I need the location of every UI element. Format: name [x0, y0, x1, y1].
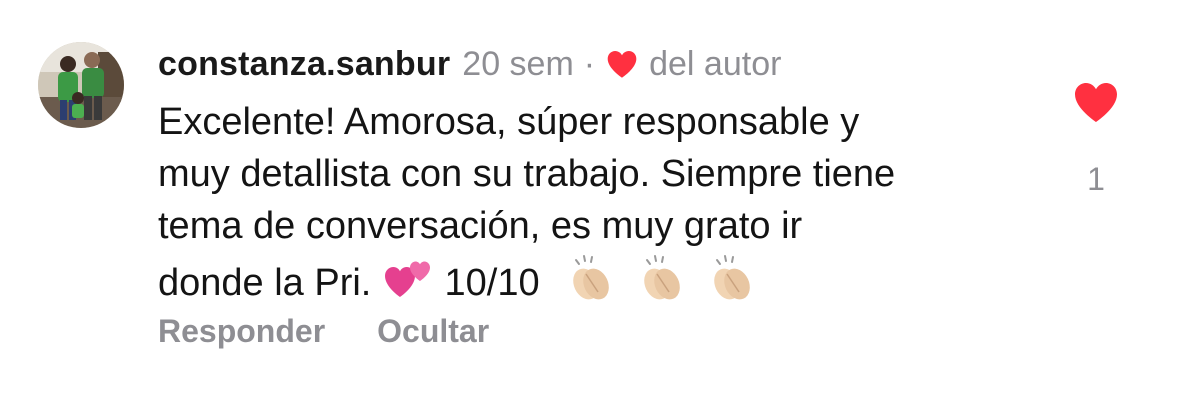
like-column: 1 [1060, 80, 1132, 198]
like-count[interactable]: 1 [1060, 161, 1132, 198]
clapping-hands-icon [705, 252, 757, 318]
comment-line-last: donde la Pri. 10/10 [158, 252, 1038, 304]
author-like-label: del autor [649, 44, 782, 83]
comment-actions: Responder Ocultar [158, 313, 541, 350]
comment-line: muy detallista con su trabajo. Siempre t… [158, 153, 896, 195]
comment-line: tema de conversación, es muy grato ir [158, 205, 803, 247]
like-heart-icon[interactable] [1060, 80, 1132, 129]
reply-button[interactable]: Responder [158, 313, 325, 350]
username[interactable]: constanza.sanbur [158, 45, 450, 84]
two-hearts-icon [382, 255, 434, 315]
comment-line-prefix: donde la Pri. [158, 262, 372, 305]
comment-line: Excelente! Amorosa, súper responsable y [158, 101, 860, 143]
score: 10/10 [444, 262, 540, 305]
hide-button[interactable]: Ocultar [377, 313, 489, 350]
clapping-hands-icon [564, 252, 616, 318]
comment-text: Excelente! Amorosa, súper responsable y … [158, 96, 1038, 304]
separator: · [583, 44, 596, 83]
comment-header: constanza.sanbur 20 sem · del autor [158, 42, 781, 86]
comment: constanza.sanbur 20 sem · del autor Exce… [0, 0, 1179, 401]
clapping-hands-icon [635, 252, 687, 318]
timestamp: 20 sem [462, 44, 574, 83]
avatar[interactable] [38, 42, 124, 128]
author-heart-icon [605, 49, 639, 79]
